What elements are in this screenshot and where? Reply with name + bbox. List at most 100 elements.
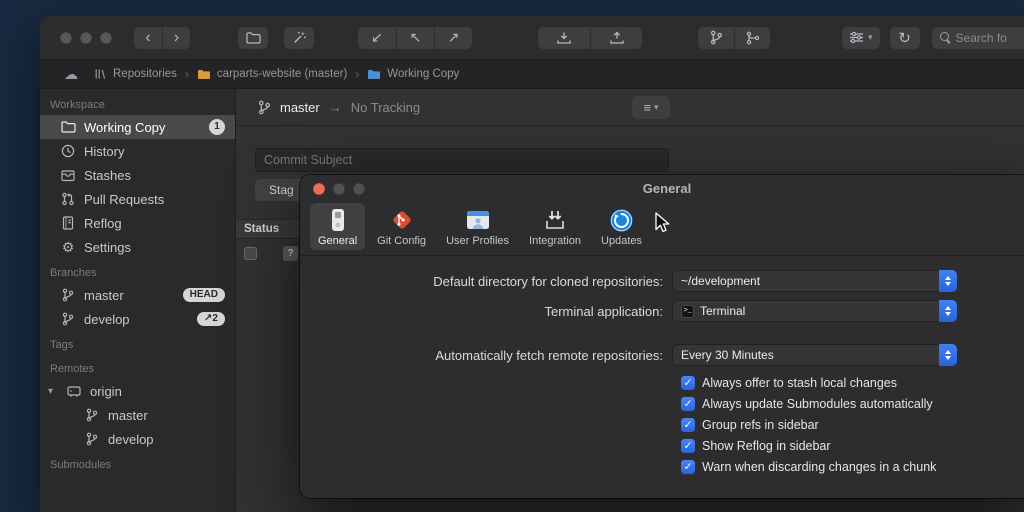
- checkout-button[interactable]: ↖: [396, 27, 434, 49]
- branch-icon: [60, 288, 76, 302]
- checkbox-label: Always offer to stash local changes: [702, 376, 897, 390]
- stash-box-icon: [60, 169, 76, 182]
- maximize-button[interactable]: [100, 32, 112, 44]
- branch-button[interactable]: [698, 27, 734, 49]
- sidebar-item-origin-master[interactable]: master: [40, 403, 235, 427]
- show-in-finder-button[interactable]: [238, 27, 268, 49]
- checkbox-checked-icon[interactable]: ✓: [681, 397, 695, 411]
- checkbox-warn-discard-chunk[interactable]: ✓ Warn when discarding changes in a chun…: [681, 460, 1024, 474]
- field-label-clone-directory: Default directory for cloned repositorie…: [300, 274, 672, 289]
- tab-general[interactable]: General: [310, 203, 365, 250]
- chevron-right-icon: ›: [355, 67, 359, 81]
- checkbox-checked-icon[interactable]: ✓: [681, 376, 695, 390]
- arrow-up-left-icon: ↖: [410, 29, 422, 46]
- tab-integration[interactable]: Integration: [521, 203, 589, 250]
- refresh-button[interactable]: ↻: [890, 27, 920, 49]
- sidebar-item-label: Stashes: [84, 168, 131, 183]
- sidebar-item-label: develop: [84, 312, 130, 327]
- checkbox-checked-icon[interactable]: ✓: [681, 418, 695, 432]
- merge-button[interactable]: [734, 27, 770, 49]
- sidebar-item-settings[interactable]: ⚙ Settings: [40, 235, 235, 259]
- minimize-button[interactable]: [80, 32, 92, 44]
- popup-stepper-icon: [939, 344, 957, 366]
- breadcrumb-label: Working Copy: [387, 68, 459, 80]
- dialog-titlebar[interactable]: General: [300, 175, 1024, 202]
- reset-button[interactable]: ↗: [434, 27, 472, 49]
- tracking-arrow-icon: →: [329, 100, 342, 115]
- sidebar-item-working-copy[interactable]: Working Copy 1: [40, 115, 235, 139]
- pull-tray-icon: [556, 31, 572, 45]
- search-input[interactable]: [956, 31, 1024, 45]
- view-options-button[interactable]: ▾: [842, 27, 880, 49]
- branch-icon: [84, 408, 100, 422]
- forward-button[interactable]: ›: [162, 27, 190, 49]
- pull-button[interactable]: [538, 27, 590, 49]
- tab-label: General: [318, 235, 357, 247]
- git-logo-icon: [389, 207, 415, 233]
- magic-wand-icon: [292, 30, 307, 45]
- checkbox-group-refs[interactable]: ✓ Group refs in sidebar: [681, 418, 1024, 432]
- search-icon: [940, 32, 951, 43]
- sidebar-section-workspace: Workspace: [40, 91, 235, 115]
- popup-clone-directory[interactable]: ~/development: [672, 270, 957, 292]
- dialog-maximize-button[interactable]: [353, 183, 365, 195]
- current-branch-name: master: [280, 100, 320, 115]
- popup-terminal-app[interactable]: >_ Terminal: [672, 300, 957, 322]
- file-checkbox[interactable]: [244, 247, 257, 260]
- sidebar-item-remote-origin[interactable]: ▾ origin: [40, 379, 235, 403]
- breadcrumb-label: carparts-website (master): [217, 68, 347, 80]
- server-icon: [66, 385, 82, 398]
- disclosure-triangle-icon[interactable]: ▾: [48, 386, 58, 397]
- tab-label: Integration: [529, 235, 581, 247]
- folder-icon: [60, 121, 76, 133]
- checkbox-checked-icon[interactable]: ✓: [681, 439, 695, 453]
- tab-user-profiles[interactable]: User Profiles: [438, 203, 517, 250]
- cloud-icon[interactable]: ☁: [64, 66, 78, 83]
- sidebar-section-branches: Branches: [40, 259, 235, 283]
- sidebar-item-branch-develop[interactable]: develop ↗2: [40, 307, 235, 331]
- arrow-up-right-icon: ↗: [448, 29, 460, 46]
- popup-value: Every 30 Minutes: [681, 348, 774, 362]
- sidebar-item-stashes[interactable]: Stashes: [40, 163, 235, 187]
- sidebar-item-history[interactable]: History: [40, 139, 235, 163]
- dialog-close-button[interactable]: [313, 183, 325, 195]
- checkbox-show-reflog[interactable]: ✓ Show Reflog in sidebar: [681, 439, 1024, 453]
- dialog-minimize-button[interactable]: [333, 183, 345, 195]
- folder-icon: [246, 32, 261, 44]
- checkbox-stash-local-changes[interactable]: ✓ Always offer to stash local changes: [681, 376, 1024, 390]
- sidebar-item-label: develop: [108, 432, 154, 447]
- checkbox-label: Group refs in sidebar: [702, 418, 819, 432]
- popup-auto-fetch[interactable]: Every 30 Minutes: [672, 344, 957, 366]
- ahead-count-badge: ↗2: [197, 312, 225, 326]
- sidebar-item-origin-develop[interactable]: develop: [40, 427, 235, 451]
- sliders-icon: [849, 31, 864, 44]
- checkbox-checked-icon[interactable]: ✓: [681, 460, 695, 474]
- breadcrumb-repositories[interactable]: Repositories: [94, 68, 177, 80]
- untracked-status-badge: ?: [283, 246, 298, 261]
- sidebar-item-label: Working Copy: [84, 120, 165, 135]
- close-button[interactable]: [60, 32, 72, 44]
- folder-icon: [367, 69, 381, 80]
- sidebar-item-pull-requests[interactable]: Pull Requests: [40, 187, 235, 211]
- checkbox-update-submodules[interactable]: ✓ Always update Submodules automatically: [681, 397, 1024, 411]
- sidebar-item-label: origin: [90, 384, 122, 399]
- sidebar-item-reflog[interactable]: Reflog: [40, 211, 235, 235]
- push-button[interactable]: [590, 27, 642, 49]
- main-toolbar: ‹ › ↙ ↖ ↗: [40, 16, 1024, 60]
- sidebar-item-label: Settings: [84, 240, 131, 255]
- sidebar-item-branch-master[interactable]: master HEAD: [40, 283, 235, 307]
- pull-request-icon: [60, 192, 76, 206]
- breadcrumb-repo[interactable]: carparts-website (master): [197, 68, 347, 80]
- tab-git-config[interactable]: Git Config: [369, 203, 434, 250]
- current-branch-row: master → No Tracking ≡ ▾: [236, 89, 1024, 126]
- breadcrumb-working-copy[interactable]: Working Copy: [367, 68, 459, 80]
- gear-icon: ⚙: [60, 240, 76, 254]
- actions-button[interactable]: [284, 27, 314, 49]
- commit-checkout-reset-group: ↙ ↖ ↗: [358, 27, 472, 49]
- commit-options-button[interactable]: ≡ ▾: [632, 96, 670, 119]
- back-button[interactable]: ‹: [134, 27, 162, 49]
- commit-subject-input[interactable]: [255, 148, 669, 172]
- tab-updates[interactable]: Updates: [593, 203, 650, 250]
- commit-button[interactable]: ↙: [358, 27, 396, 49]
- search-field[interactable]: [932, 27, 1024, 49]
